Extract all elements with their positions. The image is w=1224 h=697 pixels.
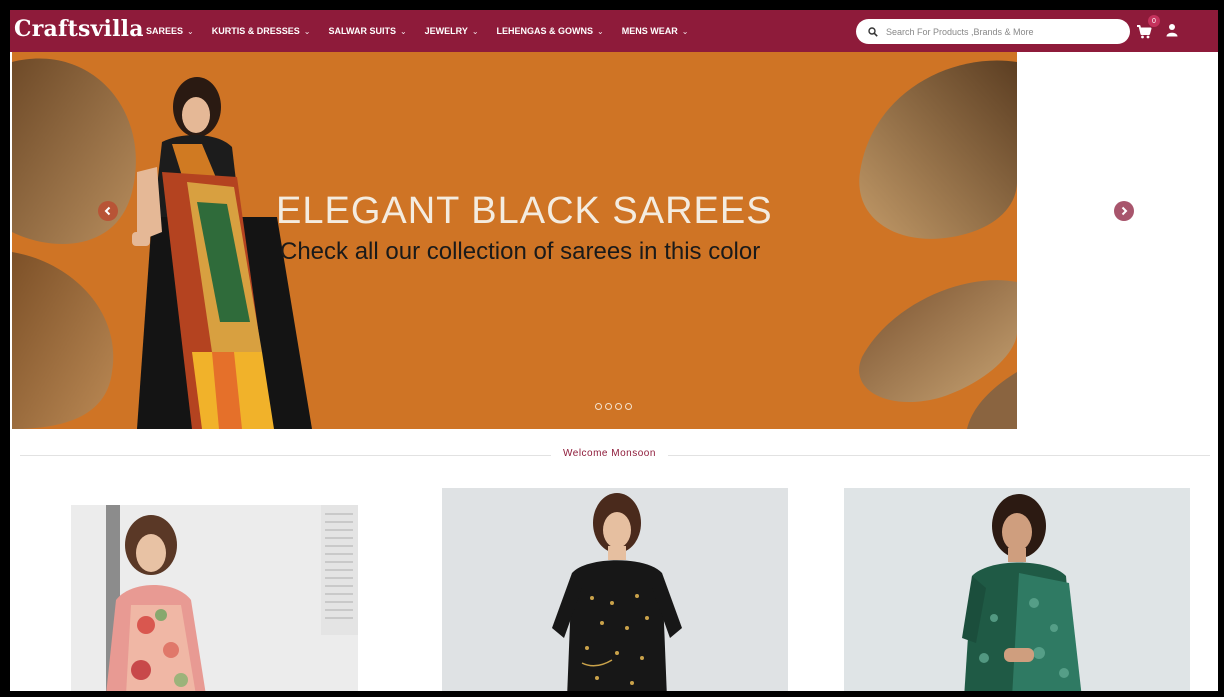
product-image xyxy=(844,488,1190,691)
search-bar[interactable] xyxy=(856,19,1130,44)
chevron-down-icon: ⌄ xyxy=(399,27,407,36)
search-input[interactable] xyxy=(884,25,1118,38)
user-icon[interactable] xyxy=(1166,23,1180,39)
carousel-dot[interactable] xyxy=(615,403,622,410)
search-icon[interactable] xyxy=(862,26,884,37)
page-frame: Craftsvilla SAREES ⌄ KURTIS & DRESSES ⌄ SA… xyxy=(10,10,1218,691)
chevron-down-icon: ⌄ xyxy=(597,27,604,36)
nav-item-label: MENS WEAR xyxy=(621,26,678,36)
top-navbar: Craftsvilla SAREES ⌄ KURTIS & DRESSES ⌄ SA… xyxy=(10,10,1218,52)
carousel-indicators xyxy=(595,403,632,410)
main-nav: SAREES ⌄ KURTIS & DRESSES ⌄ SALWAR SUITS ⌄ … xyxy=(146,10,706,52)
carousel-dot[interactable] xyxy=(605,403,612,410)
nav-item-label: SALWAR SUITS xyxy=(328,26,396,36)
nav-item-kurtis-dresses[interactable]: KURTIS & DRESSES ⌄ xyxy=(212,26,311,36)
nav-item-sarees[interactable]: SAREES ⌄ xyxy=(146,26,194,36)
carousel-prev-button[interactable] xyxy=(98,201,118,221)
hero-banner[interactable]: ELEGANT BLACK SAREES Check all our colle… xyxy=(12,52,1017,429)
chevron-down-icon: ⌄ xyxy=(187,27,194,36)
nav-item-salwar-suits[interactable]: SALWAR SUITS ⌄ xyxy=(328,26,406,36)
chevron-down-icon: ⌄ xyxy=(471,27,479,36)
section-title: Welcome Monsoon xyxy=(551,448,668,459)
product-image xyxy=(442,488,788,691)
carousel-dot[interactable] xyxy=(625,403,632,410)
product-image xyxy=(71,505,358,691)
chevron-left-icon xyxy=(104,206,111,216)
chevron-down-icon: ⌄ xyxy=(303,27,311,36)
logo[interactable]: Craftsvilla xyxy=(14,16,144,42)
product-card-floral-saree[interactable] xyxy=(71,505,358,691)
nav-item-lehengas-gowns[interactable]: LEHENGAS & GOWNS ⌄ xyxy=(497,26,604,36)
chevron-right-icon xyxy=(1121,206,1128,216)
chevron-down-icon: ⌄ xyxy=(681,27,689,36)
nav-item-label: JEWELRY xyxy=(424,26,468,36)
nav-item-mens-wear[interactable]: MENS WEAR ⌄ xyxy=(622,26,689,36)
nav-item-label: LEHENGAS & GOWNS xyxy=(496,26,594,36)
cart-count-badge: 0 xyxy=(1148,15,1160,27)
carousel-dot[interactable] xyxy=(595,403,602,410)
nav-item-label: SAREES xyxy=(146,26,184,36)
hero-subtitle: Check all our collection of sarees in th… xyxy=(280,238,761,265)
product-card-black-kurti[interactable] xyxy=(442,488,788,691)
hero-title: ELEGANT BLACK SAREES xyxy=(276,190,773,232)
product-card-green-saree[interactable] xyxy=(844,488,1190,691)
nav-item-jewelry[interactable]: JEWELRY ⌄ xyxy=(425,26,479,36)
nav-item-label: KURTIS & DRESSES xyxy=(211,26,300,36)
carousel-next-button[interactable] xyxy=(1114,201,1134,221)
